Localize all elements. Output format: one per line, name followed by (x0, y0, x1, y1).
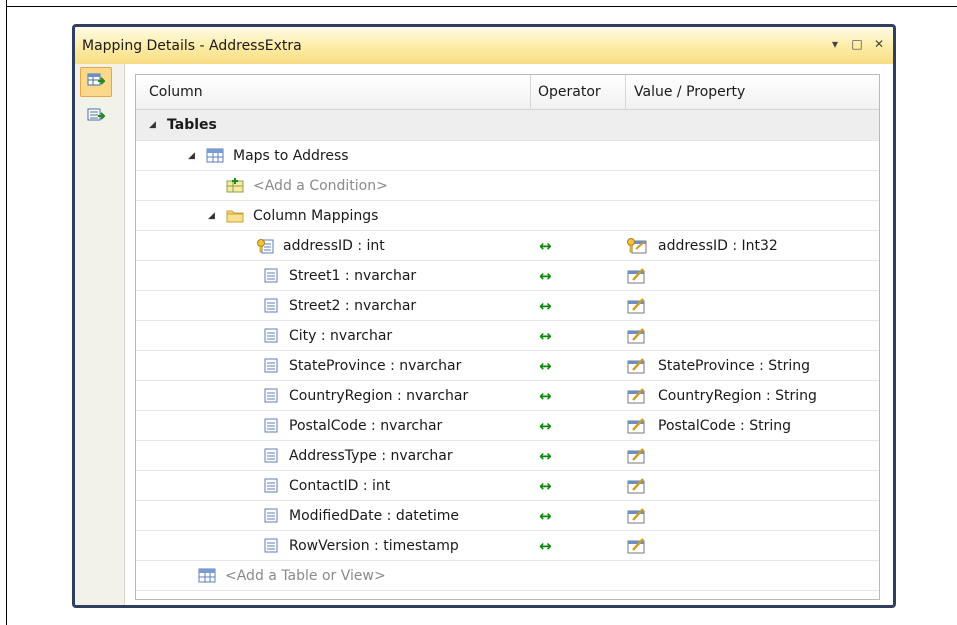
page-border-top (6, 6, 957, 7)
property-icon[interactable] (626, 417, 648, 435)
column-icon (262, 418, 280, 434)
grid-rows: ◢ Tables ◢ Maps to Address <Add a Condit… (136, 110, 879, 591)
bidirectional-arrow-icon: ↔ (539, 506, 552, 525)
bidirectional-arrow-icon: ↔ (539, 416, 552, 435)
mapping-row-city[interactable]: City : nvarchar ↔ (136, 321, 879, 351)
column-mappings-row[interactable]: ◢ Column Mappings (136, 201, 879, 231)
column-icon (262, 388, 280, 404)
maps-to-row[interactable]: ◢ Maps to Address (136, 141, 879, 171)
column-name: ModifiedDate : datetime (289, 507, 460, 524)
add-condition-row[interactable]: <Add a Condition> (136, 171, 879, 201)
add-table-label: <Add a Table or View> (225, 567, 386, 584)
column-icon (262, 478, 280, 494)
tables-row[interactable]: ◢ Tables (136, 110, 879, 141)
collapse-triangle-icon[interactable]: ◢ (208, 211, 218, 221)
property-name[interactable]: PostalCode : String (658, 418, 791, 434)
bidirectional-arrow-icon: ↔ (539, 536, 552, 555)
column-name: PostalCode : nvarchar (289, 417, 443, 434)
collapse-triangle-icon[interactable]: ◢ (149, 120, 159, 130)
bidirectional-arrow-icon: ↔ (539, 386, 552, 405)
dropdown-icon[interactable]: ▾ (827, 36, 843, 52)
grid-header: Column Operator Value / Property (136, 75, 879, 110)
mapping-row-addressid[interactable]: addressID : int ↔ addressID: Int32 (136, 231, 879, 261)
map-entity-to-functions-button[interactable] (80, 102, 112, 132)
close-icon[interactable]: ✕ (871, 36, 887, 52)
add-condition-label: <Add a Condition> (253, 177, 388, 194)
mapping-details-window: Mapping Details - AddressExtra ▾ □ ✕ Col… (72, 24, 896, 608)
column-mappings-label: Column Mappings (253, 207, 379, 224)
mapping-row-modifieddate[interactable]: ModifiedDate : datetime ↔ (136, 501, 879, 531)
mapping-content: Column Operator Value / Property ◢ Table… (125, 64, 893, 605)
collapse-triangle-icon[interactable]: ◢ (188, 151, 198, 161)
column-icon (262, 358, 280, 374)
title-bar[interactable]: Mapping Details - AddressExtra ▾ □ ✕ (75, 27, 893, 65)
column-icon (262, 508, 280, 524)
window-controls: ▾ □ ✕ (827, 36, 887, 52)
column-name: addressID : int (283, 237, 385, 254)
map-entity-to-functions-icon (87, 107, 107, 127)
property-icon[interactable] (626, 387, 648, 405)
property-icon[interactable] (626, 357, 648, 375)
property-icon[interactable] (626, 297, 648, 315)
bidirectional-arrow-icon: ↔ (539, 446, 552, 465)
mapping-grid: Column Operator Value / Property ◢ Table… (135, 74, 880, 600)
map-entity-to-tables-icon (87, 72, 107, 92)
mapping-row-stateprovince[interactable]: StateProvince : nvarchar ↔ StateProvince… (136, 351, 879, 381)
mapping-row-rowversion[interactable]: RowVersion : timestamp ↔ (136, 531, 879, 561)
key-property-icon[interactable] (626, 237, 648, 255)
property-icon[interactable] (626, 477, 648, 495)
column-name: CountryRegion : nvarchar (289, 387, 469, 404)
property-icon[interactable] (626, 327, 648, 345)
property-name[interactable]: CountryRegion : String (658, 388, 817, 404)
header-operator[interactable]: Operator (531, 75, 626, 109)
column-name: City : nvarchar (289, 327, 393, 344)
column-icon (262, 268, 280, 284)
column-name: Street2 : nvarchar (289, 297, 417, 314)
folder-icon (226, 208, 244, 224)
add-table-row[interactable]: <Add a Table or View> (136, 561, 879, 591)
mapping-row-addresstype[interactable]: AddressType : nvarchar ↔ (136, 441, 879, 471)
bidirectional-arrow-icon: ↔ (539, 356, 552, 375)
maximize-icon[interactable]: □ (849, 36, 865, 52)
column-name: Street1 : nvarchar (289, 267, 417, 284)
mapping-row-contactid[interactable]: ContactID : int ↔ (136, 471, 879, 501)
mapping-row-countryregion[interactable]: CountryRegion : nvarchar ↔ CountryRegion… (136, 381, 879, 411)
column-icon (262, 448, 280, 464)
add-condition-icon (226, 178, 244, 194)
column-icon (262, 298, 280, 314)
column-name: StateProvince : nvarchar (289, 357, 462, 374)
property-name[interactable]: StateProvince : String (658, 358, 810, 374)
property-icon[interactable] (626, 507, 648, 525)
key-column-icon (256, 238, 274, 254)
mapping-row-postalcode[interactable]: PostalCode : nvarchar ↔ PostalCode : Str… (136, 411, 879, 441)
tables-label: Tables (167, 117, 217, 133)
property-name[interactable]: addressID : Int32 (658, 238, 778, 254)
property-icon[interactable] (626, 267, 648, 285)
maps-to-label: Maps to Address (233, 147, 349, 164)
table-icon (198, 568, 216, 584)
window-title: Mapping Details - AddressExtra (82, 38, 302, 54)
property-icon[interactable] (626, 537, 648, 555)
map-entity-to-tables-button[interactable] (80, 67, 112, 97)
bidirectional-arrow-icon: ↔ (539, 266, 552, 285)
header-column[interactable]: Column (136, 75, 531, 109)
column-name: RowVersion : timestamp (289, 537, 459, 554)
column-icon (262, 328, 280, 344)
mapping-sidebar (75, 64, 125, 605)
bidirectional-arrow-icon: ↔ (539, 296, 552, 315)
property-icon[interactable] (626, 447, 648, 465)
column-name: AddressType : nvarchar (289, 447, 453, 464)
column-name: ContactID : int (289, 477, 391, 494)
bidirectional-arrow-icon: ↔ (539, 236, 552, 255)
page-border-left (6, 0, 7, 625)
mapping-row-street1[interactable]: Street1 : nvarchar ↔ (136, 261, 879, 291)
column-icon (262, 538, 280, 554)
header-value-property[interactable]: Value / Property (626, 75, 880, 109)
table-icon (206, 148, 224, 164)
bidirectional-arrow-icon: ↔ (539, 326, 552, 345)
mapping-row-street2[interactable]: Street2 : nvarchar ↔ (136, 291, 879, 321)
bidirectional-arrow-icon: ↔ (539, 476, 552, 495)
